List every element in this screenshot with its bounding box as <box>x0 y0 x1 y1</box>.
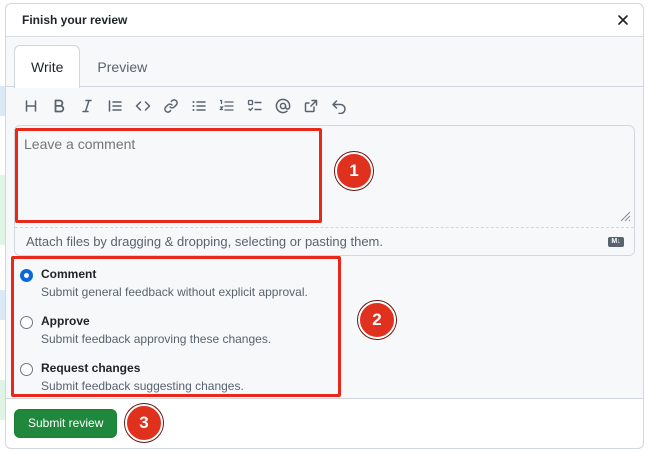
dialog-header: Finish your review <box>6 4 643 37</box>
bold-icon[interactable] <box>46 94 72 118</box>
markdown-icon: M↓ <box>608 236 624 247</box>
option-label: Approve <box>41 314 90 328</box>
code-icon[interactable] <box>130 94 156 118</box>
option-request-changes[interactable]: Request changes Submit feedback suggesti… <box>14 360 635 395</box>
attach-hint: Attach files by dragging & dropping, sel… <box>26 234 383 249</box>
heading-icon[interactable] <box>18 94 44 118</box>
task-list-icon[interactable] <box>242 94 268 118</box>
submit-review-button[interactable]: Submit review <box>14 408 118 438</box>
tab-preview[interactable]: Preview <box>80 45 164 87</box>
close-icon[interactable] <box>615 12 631 28</box>
editor-tabs: Write Preview <box>6 37 643 88</box>
dialog-title: Finish your review <box>22 13 128 27</box>
option-description: Submit feedback suggesting changes. <box>41 379 244 393</box>
review-dialog: Finish your review Write Preview Leave a… <box>5 3 644 449</box>
review-options: Comment Submit general feedback without … <box>14 256 635 395</box>
mention-icon[interactable] <box>270 94 296 118</box>
unordered-list-icon[interactable] <box>186 94 212 118</box>
option-label: Comment <box>41 267 97 281</box>
markdown-toolbar <box>14 87 635 121</box>
annotation-badge-1: 1 <box>335 152 373 190</box>
radio-approve[interactable] <box>20 316 33 329</box>
cross-reference-icon[interactable] <box>298 94 324 118</box>
annotation-badge-2: 2 <box>358 301 396 339</box>
quote-icon[interactable] <box>102 94 128 118</box>
option-comment[interactable]: Comment Submit general feedback without … <box>14 266 635 301</box>
link-icon[interactable] <box>158 94 184 118</box>
editor-area: Write Preview Attach files by dragging &… <box>6 37 643 399</box>
comment-box: Attach files by dragging & dropping, sel… <box>14 125 635 256</box>
option-description: Submit feedback approving these changes. <box>41 332 272 346</box>
italic-icon[interactable] <box>74 94 100 118</box>
radio-request-changes[interactable] <box>20 363 33 376</box>
comment-textarea[interactable] <box>15 126 634 229</box>
option-approve[interactable]: Approve Submit feedback approving these … <box>14 313 635 348</box>
tab-write[interactable]: Write <box>14 45 81 88</box>
attach-files-bar[interactable]: Attach files by dragging & dropping, sel… <box>15 227 634 255</box>
resize-grip-icon[interactable] <box>617 208 631 222</box>
radio-comment[interactable] <box>20 269 33 282</box>
option-description: Submit general feedback without explicit… <box>41 285 308 299</box>
dialog-footer: Submit review <box>6 399 643 447</box>
ordered-list-icon[interactable] <box>214 94 240 118</box>
annotation-badge-3: 3 <box>125 404 163 442</box>
option-label: Request changes <box>41 361 141 375</box>
undo-icon[interactable] <box>326 94 352 118</box>
